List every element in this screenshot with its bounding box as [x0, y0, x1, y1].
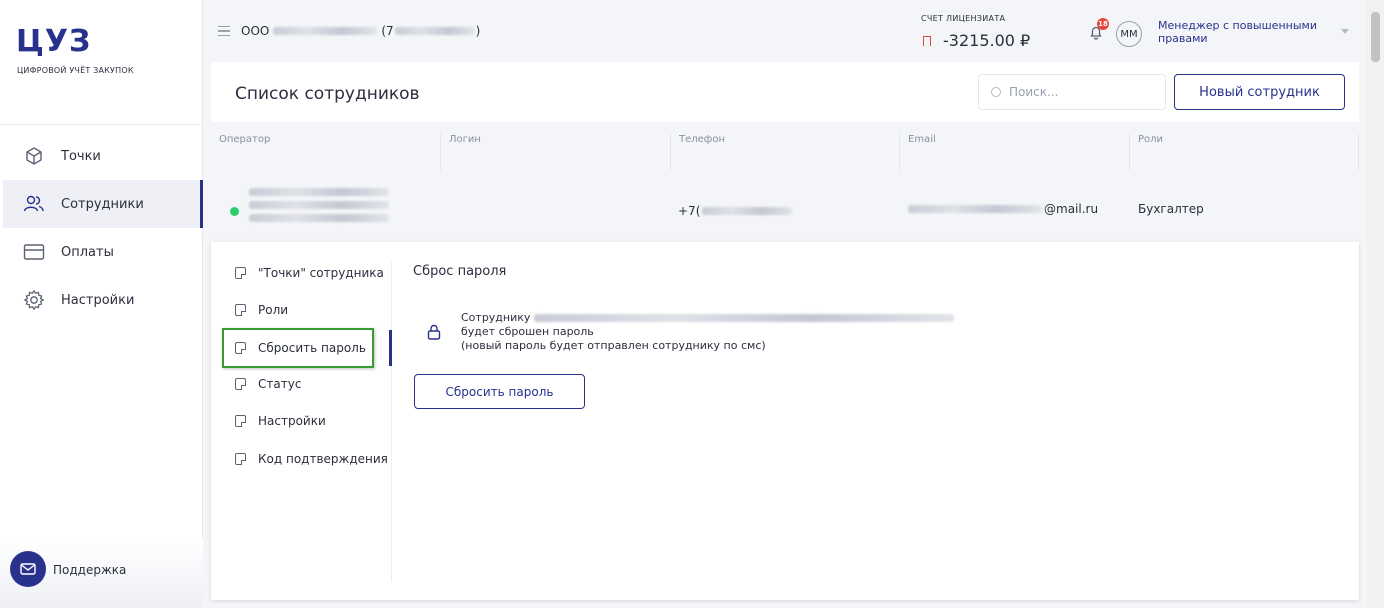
note-icon [235, 415, 246, 427]
menu-item-roles[interactable]: Роли [235, 300, 288, 320]
menu-item-label: Настройки [258, 414, 326, 428]
user-role[interactable]: Менеджер с повышенными правами [1158, 19, 1318, 45]
main-content: Список сотрудников Поиск... Новый сотруд… [211, 62, 1359, 602]
employee-name-redacted [534, 314, 955, 322]
note-icon [235, 267, 246, 279]
role-cell: Бухгалтер [1138, 202, 1204, 216]
sidebar-item-employees[interactable]: Сотрудники [3, 180, 203, 228]
menu-icon[interactable] [218, 26, 230, 36]
column-header-phone[interactable]: Телефон [671, 134, 900, 170]
page-title: Список сотрудников [235, 84, 420, 104]
email-redacted [908, 205, 1042, 213]
menu-active-indicator [389, 330, 392, 366]
table-row[interactable]: +7( @mail.ru Бухгалтер [211, 180, 1359, 242]
org-inn-close: ) [475, 24, 481, 38]
column-header-roles[interactable]: Роли [1130, 134, 1359, 170]
sidebar-item-label: Точки [61, 148, 101, 164]
email-suffix: @mail.ru [1044, 202, 1099, 216]
table-header: Оператор Логин Телефон Email Роли [211, 122, 1359, 180]
note-icon [235, 304, 246, 316]
menu-item-employee-points[interactable]: "Точки" сотрудника [235, 263, 384, 283]
search-input[interactable]: Поиск... [978, 74, 1166, 110]
operator-name-redacted [249, 188, 389, 222]
menu-item-label: Код подтверждения [258, 452, 388, 466]
sidebar-item-payments[interactable]: Оплаты [3, 228, 203, 276]
reset-text-line2: будет сброшен пароль [461, 325, 594, 338]
menu-item-label: "Точки" сотрудника [258, 266, 384, 280]
sidebar-item-label: Сотрудники [61, 196, 144, 212]
org-inn-redacted [394, 27, 475, 35]
phone-cell: +7( [678, 204, 793, 218]
logo[interactable]: ЦУЗ [16, 24, 91, 59]
menu-item-status[interactable]: Статус [235, 374, 301, 394]
avatar[interactable]: ММ [1116, 21, 1142, 47]
chevron-down-icon[interactable] [1341, 29, 1349, 34]
sidebar-item-label: Настройки [61, 292, 135, 308]
column-header-operator[interactable]: Оператор [211, 134, 441, 170]
card-icon [23, 241, 45, 263]
note-icon [235, 378, 246, 390]
logo-subtitle: ЦИФРОВОЙ УЧЁТ ЗАКУПОК [17, 66, 134, 75]
employee-detail-panel: "Точки" сотрудника Роли Сбросить пароль … [211, 242, 1359, 600]
column-header-login[interactable]: Логин [441, 134, 671, 170]
sidebar-item-points[interactable]: Точки [3, 132, 203, 180]
reset-text-line1: Сотруднику [461, 311, 531, 324]
users-icon [23, 193, 45, 215]
org-selector[interactable]: ООО (7 ) [241, 24, 480, 38]
gear-icon [23, 289, 45, 311]
section-title: Сброс пароля [413, 264, 507, 279]
reset-description: Сотруднику будет сброшен пароль (новый п… [461, 311, 955, 353]
reset-text-line3: (новый пароль будет отправлен сотруднику… [461, 339, 766, 352]
support-button[interactable] [10, 551, 46, 587]
sidebar-divider [0, 124, 203, 125]
reset-password-button[interactable]: Сбросить пароль [414, 374, 585, 409]
sidebar-item-settings[interactable]: Настройки [3, 276, 203, 324]
menu-item-label: Роли [258, 303, 289, 317]
account-title: СЧЕТ ЛИЦЕНЗИАТА [921, 14, 1006, 23]
menu-item-reset-password[interactable]: Сбросить пароль [235, 338, 366, 358]
note-icon [235, 342, 246, 354]
search-placeholder: Поиск... [1009, 85, 1059, 99]
top-bar: ООО (7 ) СЧЕТ ЛИЦЕНЗИАТА -3215.00 ₽ 18 М… [211, 0, 1367, 62]
menu-item-label: Статус [258, 377, 302, 391]
scrollbar[interactable] [1367, 0, 1384, 608]
sidebar: ЦУЗ ЦИФРОВОЙ УЧЁТ ЗАКУПОК Точки Сотрудни… [0, 0, 203, 608]
menu-item-settings[interactable]: Настройки [235, 411, 326, 431]
menu-item-confirmation-code[interactable]: Код подтверждения [235, 449, 388, 469]
status-online-dot [230, 207, 239, 216]
notification-badge: 18 [1097, 18, 1109, 30]
menu-item-label: Сбросить пароль [258, 341, 366, 355]
org-inn-open: (7 [381, 24, 394, 38]
new-employee-button[interactable]: Новый сотрудник [1174, 74, 1345, 110]
org-name-redacted [273, 27, 378, 35]
scrollbar-thumb[interactable] [1371, 12, 1380, 62]
mail-icon [20, 563, 36, 575]
phone-redacted [702, 207, 793, 215]
lock-icon [427, 324, 441, 340]
account-balance[interactable]: -3215.00 ₽ [923, 31, 1030, 50]
account-value: -3215.00 ₽ [943, 31, 1031, 50]
org-prefix: ООО [241, 24, 270, 38]
sidebar-item-label: Оплаты [61, 244, 114, 260]
column-header-email[interactable]: Email [900, 134, 1130, 170]
menu-divider [391, 262, 392, 582]
search-icon [991, 87, 1001, 97]
cube-icon [23, 145, 45, 167]
support-label[interactable]: Поддержка [53, 563, 126, 577]
page-header: Список сотрудников Поиск... Новый сотруд… [211, 62, 1359, 122]
email-cell: @mail.ru [908, 202, 1098, 216]
bookmark-icon [923, 35, 931, 46]
note-icon [235, 453, 246, 465]
phone-prefix: +7( [678, 204, 701, 218]
